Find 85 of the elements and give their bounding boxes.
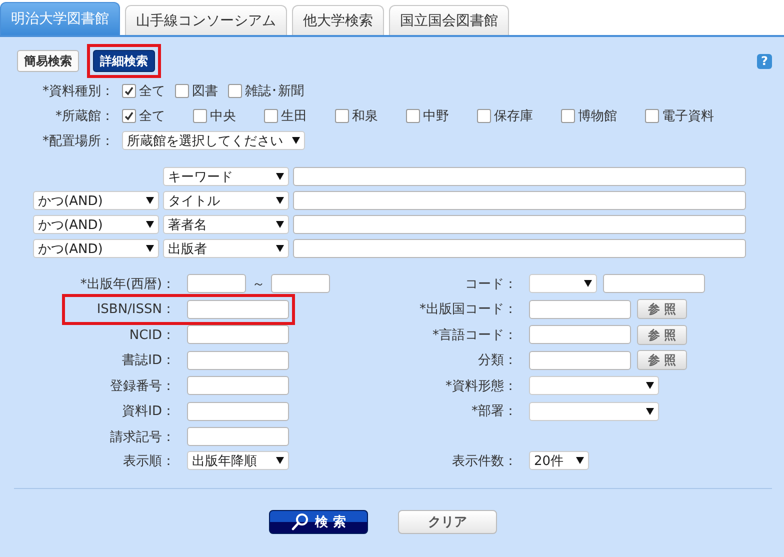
caret-icon — [276, 457, 284, 464]
caret-icon — [646, 382, 654, 389]
code-type-select[interactable] — [529, 274, 597, 293]
field-select[interactable]: キーワード — [163, 167, 289, 186]
keyword-field[interactable] — [293, 167, 746, 186]
keyword-field[interactable] — [293, 215, 746, 234]
field-label: *出版国コード： — [418, 301, 518, 318]
lookup-button[interactable]: 参 照 — [637, 324, 687, 344]
dropdown-select[interactable] — [529, 376, 659, 395]
search-mode-button[interactable]: 簡易検索 — [17, 50, 79, 72]
field-label: 表示順： — [122, 452, 176, 470]
caret-icon — [276, 197, 284, 204]
operator-select[interactable]: かつ(AND) — [33, 215, 159, 234]
input-field[interactable] — [187, 300, 289, 318]
field-label: NCID： — [128, 326, 176, 344]
caret-icon — [276, 245, 284, 252]
sort-select[interactable]: 20件 — [529, 451, 589, 470]
operator-select[interactable]: かつ(AND) — [33, 191, 159, 210]
field-label: *所蔵館： — [54, 108, 115, 124]
caret-icon — [276, 173, 284, 180]
tab[interactable]: 国立国会図書館 — [389, 5, 509, 35]
search-icon — [291, 513, 310, 531]
field-label: *言語コード： — [432, 326, 518, 344]
caret-icon — [646, 408, 654, 414]
input-field[interactable] — [187, 350, 289, 370]
search-button[interactable]: 検 索 — [269, 510, 368, 534]
checkbox-option[interactable]: 電子資料 — [645, 106, 714, 124]
field-label: *資料種別： — [42, 82, 115, 100]
field-label: *出版年(西暦)： — [79, 276, 176, 292]
input-field[interactable] — [187, 325, 289, 344]
field-label: ISBN/ISSN： — [96, 301, 176, 318]
tab[interactable]: 山手線コンソーシアム — [125, 5, 287, 35]
keyword-field[interactable] — [293, 191, 746, 210]
operator-select[interactable]: かつ(AND) — [33, 239, 159, 258]
caret-icon — [292, 137, 300, 144]
field-label: 書誌ID： — [121, 352, 176, 369]
field-select[interactable]: 出版者 — [163, 239, 289, 258]
field-label: 分類： — [477, 352, 518, 369]
sort-select[interactable]: 出版年降順 — [187, 451, 289, 470]
code-field[interactable] — [603, 274, 705, 293]
input-field[interactable] — [529, 350, 631, 370]
field-label: 請求記号： — [109, 428, 176, 446]
caret-icon — [146, 221, 154, 228]
checkbox-option[interactable]: 全て — [122, 82, 165, 100]
checkbox-option[interactable]: 雑誌･新聞 — [228, 82, 304, 100]
check-icon — [124, 86, 134, 96]
checkbox-option[interactable]: 中野 — [406, 106, 449, 124]
location-select[interactable]: 所蔵館を選択してください — [122, 131, 305, 150]
input-field[interactable] — [187, 376, 289, 395]
caret-icon — [146, 197, 154, 204]
field-label: *配置場所： — [42, 132, 115, 150]
lookup-button[interactable]: 参 照 — [637, 299, 687, 319]
field-label: コード： — [464, 276, 518, 292]
field-label: *部署： — [470, 403, 518, 420]
caret-icon — [576, 457, 584, 464]
input-field[interactable] — [529, 300, 631, 318]
caret-icon — [276, 221, 284, 228]
field-label: 表示件数： — [451, 452, 518, 470]
checkbox-option[interactable]: 全て — [122, 106, 165, 124]
checkbox-option[interactable]: 保存庫 — [477, 106, 533, 124]
search-mode-button[interactable]: 詳細検索 — [93, 50, 155, 72]
input-field[interactable] — [187, 402, 289, 420]
field-label: 資料ID： — [121, 403, 176, 420]
tab[interactable]: 他大学検索 — [292, 5, 384, 35]
checkbox-option[interactable]: 和泉 — [335, 106, 378, 124]
checkbox-option[interactable]: 中央 — [193, 106, 236, 124]
field-label: *資料形態： — [444, 378, 518, 394]
checkbox-option[interactable]: 博物館 — [561, 106, 617, 124]
field-select[interactable]: 著者名 — [163, 215, 289, 234]
checkbox-option[interactable]: 生田 — [264, 106, 307, 124]
field-label: 登録番号： — [109, 378, 176, 394]
lookup-button[interactable]: 参 照 — [637, 350, 687, 370]
year-to-field[interactable] — [271, 274, 330, 293]
input-field[interactable] — [529, 325, 631, 344]
caret-icon — [146, 245, 154, 252]
range-separator: ～ — [252, 276, 265, 292]
dropdown-select[interactable] — [529, 402, 659, 420]
field-select[interactable]: タイトル — [163, 191, 289, 210]
checkbox-option[interactable]: 図書 — [175, 82, 218, 100]
check-icon — [124, 110, 134, 120]
clear-button[interactable]: クリア — [398, 510, 497, 534]
keyword-field[interactable] — [293, 239, 746, 258]
caret-icon — [584, 280, 592, 287]
year-from-field[interactable] — [187, 274, 246, 293]
input-field[interactable] — [187, 427, 289, 446]
